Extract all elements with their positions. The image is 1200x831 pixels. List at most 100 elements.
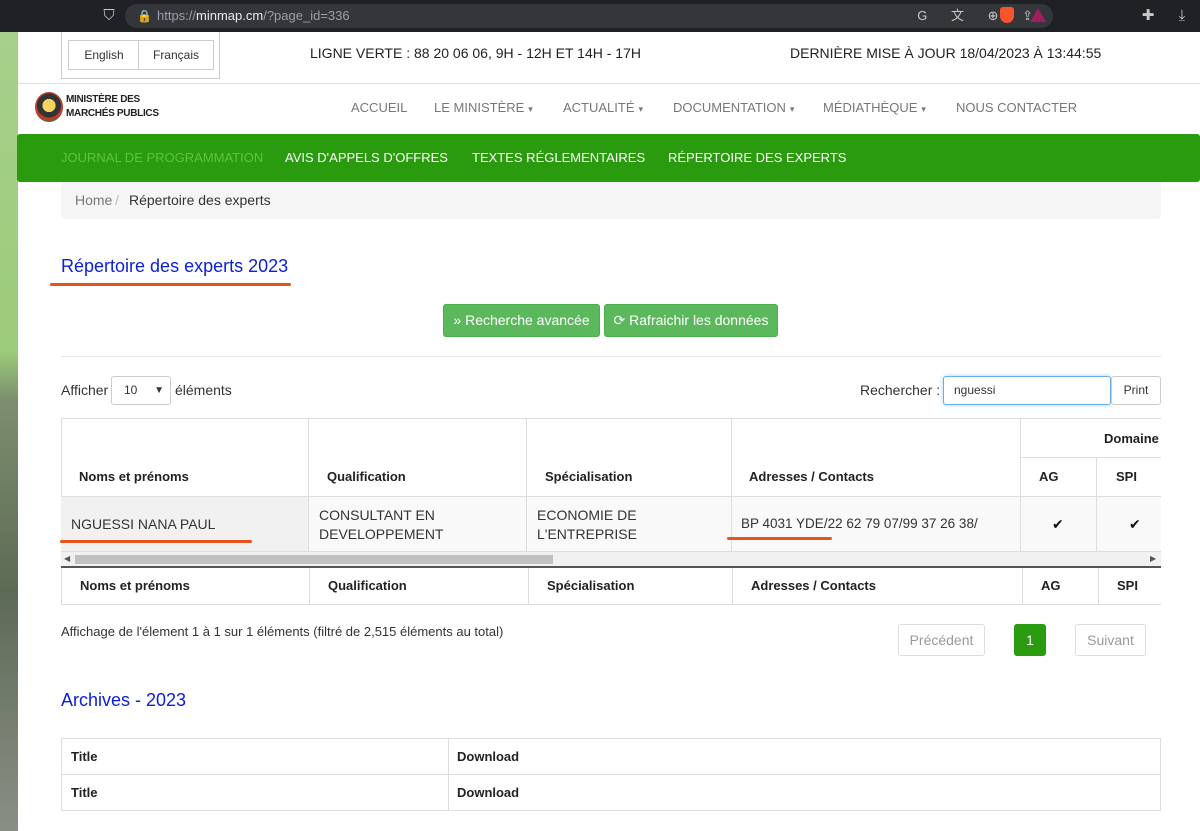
logo-line-1: MINISTÈRE DES <box>66 94 140 105</box>
qualification-line: DEVELOPPEMENT <box>319 526 444 542</box>
menu-textes[interactable]: TEXTES RÉGLEMENTAIRES <box>472 150 645 165</box>
qualification-line: CONSULTANT EN <box>319 507 435 523</box>
footer-name: Noms et prénoms <box>61 568 310 605</box>
divider <box>18 83 1200 84</box>
bookmark-icon[interactable]: ⛉ <box>100 0 118 32</box>
address-bar[interactable]: 🔒 https://minmap.cm/?page_id=336 G 文 ⊕ ⇪ <box>125 4 1053 28</box>
lang-french-button[interactable]: Français <box>138 40 214 70</box>
annotation-underline <box>60 540 252 543</box>
nav-ministere[interactable]: LE MINISTÈRE ▾ <box>434 100 533 115</box>
print-button[interactable]: Print <box>1111 376 1161 405</box>
header-contacts[interactable]: Adresses / Contacts <box>732 418 1021 497</box>
divider <box>61 356 1161 357</box>
show-suffix: éléments <box>175 382 232 398</box>
footer-ag: AG <box>1023 568 1099 605</box>
cell-name: NGUESSI NANA PAUL <box>61 497 309 552</box>
header-specialisation[interactable]: Spécialisation <box>527 418 732 497</box>
green-line-info: LIGNE VERTE : 88 20 06 06, 9H - 12H ET 1… <box>310 45 641 61</box>
show-label: Afficher <box>61 382 109 398</box>
check-icon: ✔ <box>1021 497 1097 552</box>
browser-toolbar: ⛉ 🔒 https://minmap.cm/?page_id=336 G 文 ⊕… <box>0 0 1200 32</box>
footer-spi: SPI <box>1099 568 1161 605</box>
refresh-icon: ⟳ <box>613 312 626 328</box>
footer-specialisation: Spécialisation <box>529 568 733 605</box>
button-label: Recherche avancée <box>465 312 590 328</box>
lang-english-button[interactable]: English <box>68 40 140 70</box>
breadcrumb: Home / Répertoire des experts <box>61 182 1161 219</box>
search-input[interactable]: nguessi <box>943 376 1111 405</box>
nav-label: LE MINISTÈRE <box>434 100 525 115</box>
language-switcher: English Français <box>61 32 220 79</box>
specialisation-line: ECONOMIE DE <box>537 507 637 523</box>
advanced-search-button[interactable]: » Recherche avancée <box>443 304 600 337</box>
last-update-info: DERNIÈRE MISE À JOUR 18/04/2023 À 13:44:… <box>790 45 1102 61</box>
scroll-left-icon[interactable]: ◀ <box>64 552 70 566</box>
lock-icon: 🔒 <box>137 9 152 23</box>
menu-journal[interactable]: JOURNAL DE PROGRAMMATION <box>61 150 263 165</box>
nav-label: DOCUMENTATION <box>673 100 786 115</box>
experts-table: Noms et prénoms Qualification Spécialisa… <box>61 418 1161 605</box>
caret-down-icon: ▾ <box>921 104 926 114</box>
annotation-underline <box>50 283 291 286</box>
header-qualification[interactable]: Qualification <box>309 418 527 497</box>
scrollbar-thumb[interactable] <box>75 555 553 564</box>
archives-table: Title Download Title Download <box>61 738 1161 811</box>
specialisation-line: L'ENTREPRISE <box>537 526 637 542</box>
logo-text[interactable]: MINISTÈRE DES MARCHÉS PUBLICS <box>66 93 159 121</box>
cell-contacts: BP 4031 YDE/22 62 79 07/99 37 26 38/ <box>732 497 1021 552</box>
caret-down-icon: ▾ <box>638 104 644 114</box>
scroll-right-icon[interactable]: ▶ <box>1150 552 1156 566</box>
table-info: Affichage de l'élement 1 à 1 sur 1 éléme… <box>61 624 504 639</box>
chevron-down-icon: » <box>453 312 462 328</box>
header-spi[interactable]: SPI <box>1097 458 1161 497</box>
breadcrumb-home[interactable]: Home <box>75 192 112 208</box>
archive-download-cell[interactable]: Download <box>448 775 519 810</box>
caret-down-icon: ▾ <box>528 104 533 114</box>
page-length-select[interactable]: 10 ▼ <box>111 376 171 405</box>
logo-line-2: MARCHÉS PUBLICS <box>66 108 159 119</box>
page-title: Répertoire des experts 2023 <box>61 256 289 276</box>
button-label: Rafraichir les données <box>629 312 769 328</box>
menu-avis[interactable]: AVIS D'APPELS D'OFFRES <box>285 150 448 165</box>
header-ag[interactable]: AG <box>1021 458 1097 497</box>
nav-contact[interactable]: NOUS CONTACTER <box>956 100 1077 115</box>
search-label: Rechercher : <box>860 382 941 398</box>
chevron-down-icon: ▼ <box>154 385 164 396</box>
url-text: https://minmap.cm/?page_id=336 <box>157 8 350 23</box>
next-page-button[interactable]: Suivant <box>1075 624 1146 656</box>
annotation-underline <box>727 537 832 540</box>
table-row: Title Download <box>62 775 1160 811</box>
breadcrumb-current: Répertoire des experts <box>129 192 271 208</box>
background-strip <box>0 32 18 831</box>
footer-qualification: Qualification <box>310 568 529 605</box>
footer-contacts: Adresses / Contacts <box>733 568 1023 605</box>
nav-documentation[interactable]: DOCUMENTATION ▾ <box>673 100 794 115</box>
cell-specialisation: ECONOMIE DE L'ENTREPRISE <box>527 497 732 552</box>
nav-label: MÉDIATHÈQUE <box>823 100 918 115</box>
extensions-icon[interactable]: ✚ <box>1138 0 1158 32</box>
archive-title-cell: Title <box>71 749 98 764</box>
archive-download-cell[interactable]: Download <box>448 739 519 774</box>
header-domaine: Domaine <box>1021 418 1161 458</box>
select-value: 10 <box>124 383 138 397</box>
table-row: Title Download <box>62 739 1160 775</box>
header-name[interactable]: Noms et prénoms <box>61 418 309 497</box>
brave-shield-icon[interactable] <box>1000 7 1014 23</box>
page-1-button[interactable]: 1 <box>1014 624 1046 656</box>
refresh-button[interactable]: ⟳ Rafraichir les données <box>604 304 778 337</box>
ministry-logo[interactable] <box>35 92 63 122</box>
cell-qualification: CONSULTANT EN DEVELOPPEMENT <box>309 497 527 552</box>
download-icon[interactable]: ⤓ <box>1172 0 1192 32</box>
menu-repertoire[interactable]: RÉPERTOIRE DES EXPERTS <box>668 150 846 165</box>
nav-actualite[interactable]: ACTUALITÉ ▾ <box>563 100 643 115</box>
prev-page-button[interactable]: Précédent <box>898 624 985 656</box>
nav-label: ACTUALITÉ <box>563 100 635 115</box>
archive-title-cell: Title <box>71 785 98 800</box>
nav-accueil[interactable]: ACCUEIL <box>351 100 407 115</box>
breadcrumb-separator: / <box>115 192 119 208</box>
check-icon: ✔ <box>1097 497 1161 552</box>
address-bar-icons[interactable]: G 文 ⊕ ⇪ <box>917 4 1043 28</box>
rewards-icon[interactable] <box>1030 8 1046 22</box>
caret-down-icon: ▾ <box>789 104 795 114</box>
nav-mediatheque[interactable]: MÉDIATHÈQUE ▾ <box>823 100 926 115</box>
